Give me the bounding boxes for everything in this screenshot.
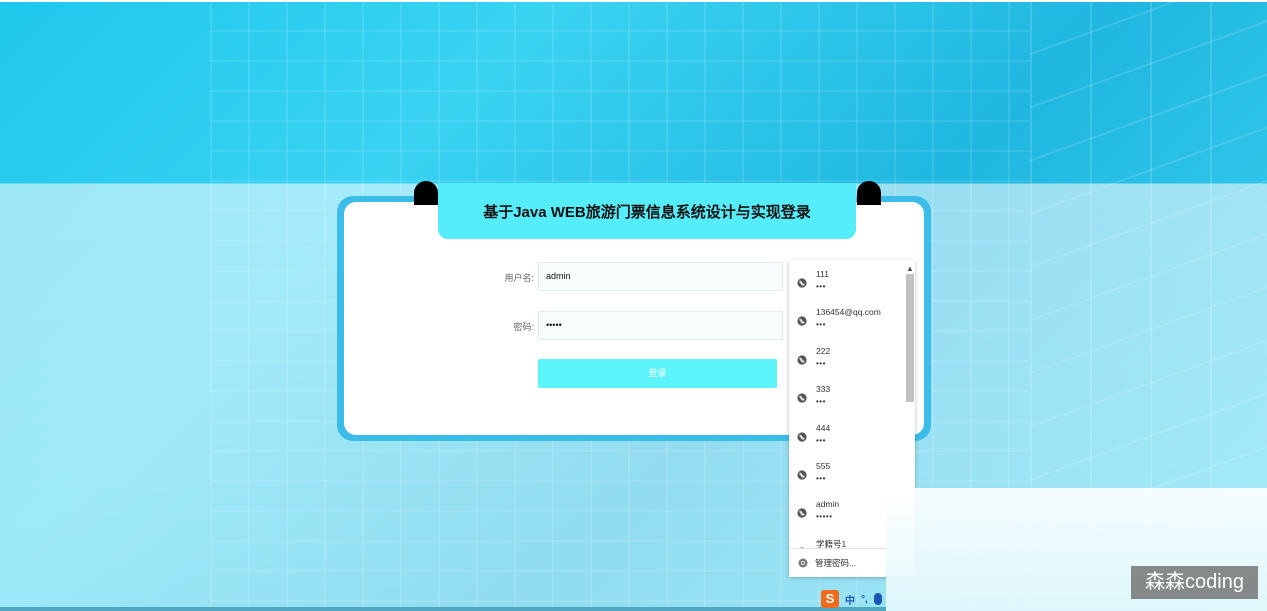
top-border [0,0,1267,2]
autofill-password: ••• [816,397,826,407]
password-input[interactable]: ••••• [538,311,783,340]
autofill-scrollbar[interactable] [906,274,914,402]
autofill-username: admin [816,499,840,510]
autofill-password: ••• [816,282,826,291]
ime-toolbar[interactable]: S 中 °, [821,589,882,609]
ime-mode[interactable]: 中 [845,592,855,607]
autofill-entry[interactable]: 111 ••• [789,266,905,304]
autofill-username: 444 [816,422,831,433]
scroll-up-arrow-icon[interactable]: ▲ [906,264,914,273]
banner-right-knob [857,181,881,205]
autofill-entry[interactable]: 136454@qq.com ••• [789,304,905,342]
autofill-password: ••• [816,358,826,368]
autofill-password: ••• [816,320,826,330]
autofill-username: 555 [816,460,831,471]
username-input[interactable]: admin [538,262,783,291]
globe-icon [797,393,807,403]
microphone-icon[interactable] [873,593,882,605]
autofill-username: 111 [816,269,829,279]
autofill-username: 136454@qq.com [816,307,881,318]
globe-icon [797,431,807,442]
sogou-logo-icon[interactable]: S [821,590,839,608]
chrome-icon [798,558,808,568]
globe-icon [797,470,807,480]
globe-icon [797,316,807,326]
autofill-entry[interactable]: 444 ••• [789,420,905,458]
username-label: 用户名: [504,273,534,283]
globe-icon [797,508,807,518]
banner-left-knob [414,181,438,205]
autofill-username: 333 [816,384,831,395]
title-banner: 基于Java WEB旅游门票信息系统设计与实现登录 [438,183,856,239]
autofill-password: ••• [816,435,826,445]
taskbar-edge [0,607,886,611]
globe-icon [797,278,807,288]
watermark: 森森coding [1131,566,1258,599]
password-label: 密码: [513,322,534,332]
autofill-username: 222 [816,345,831,356]
autofill-entry[interactable]: 333 ••• [789,381,905,419]
page-title: 基于Java WEB旅游门票信息系统设计与实现登录 [483,203,811,221]
login-button[interactable]: 登录 [538,359,777,388]
autofill-entry[interactable]: 222 ••• [789,343,905,381]
globe-icon [797,355,807,365]
ime-punct[interactable]: °, [861,594,868,605]
autofill-password: ••• [816,473,826,483]
manage-passwords-label: 管理密码... [815,558,857,568]
autofill-password: ••••• [816,512,833,522]
